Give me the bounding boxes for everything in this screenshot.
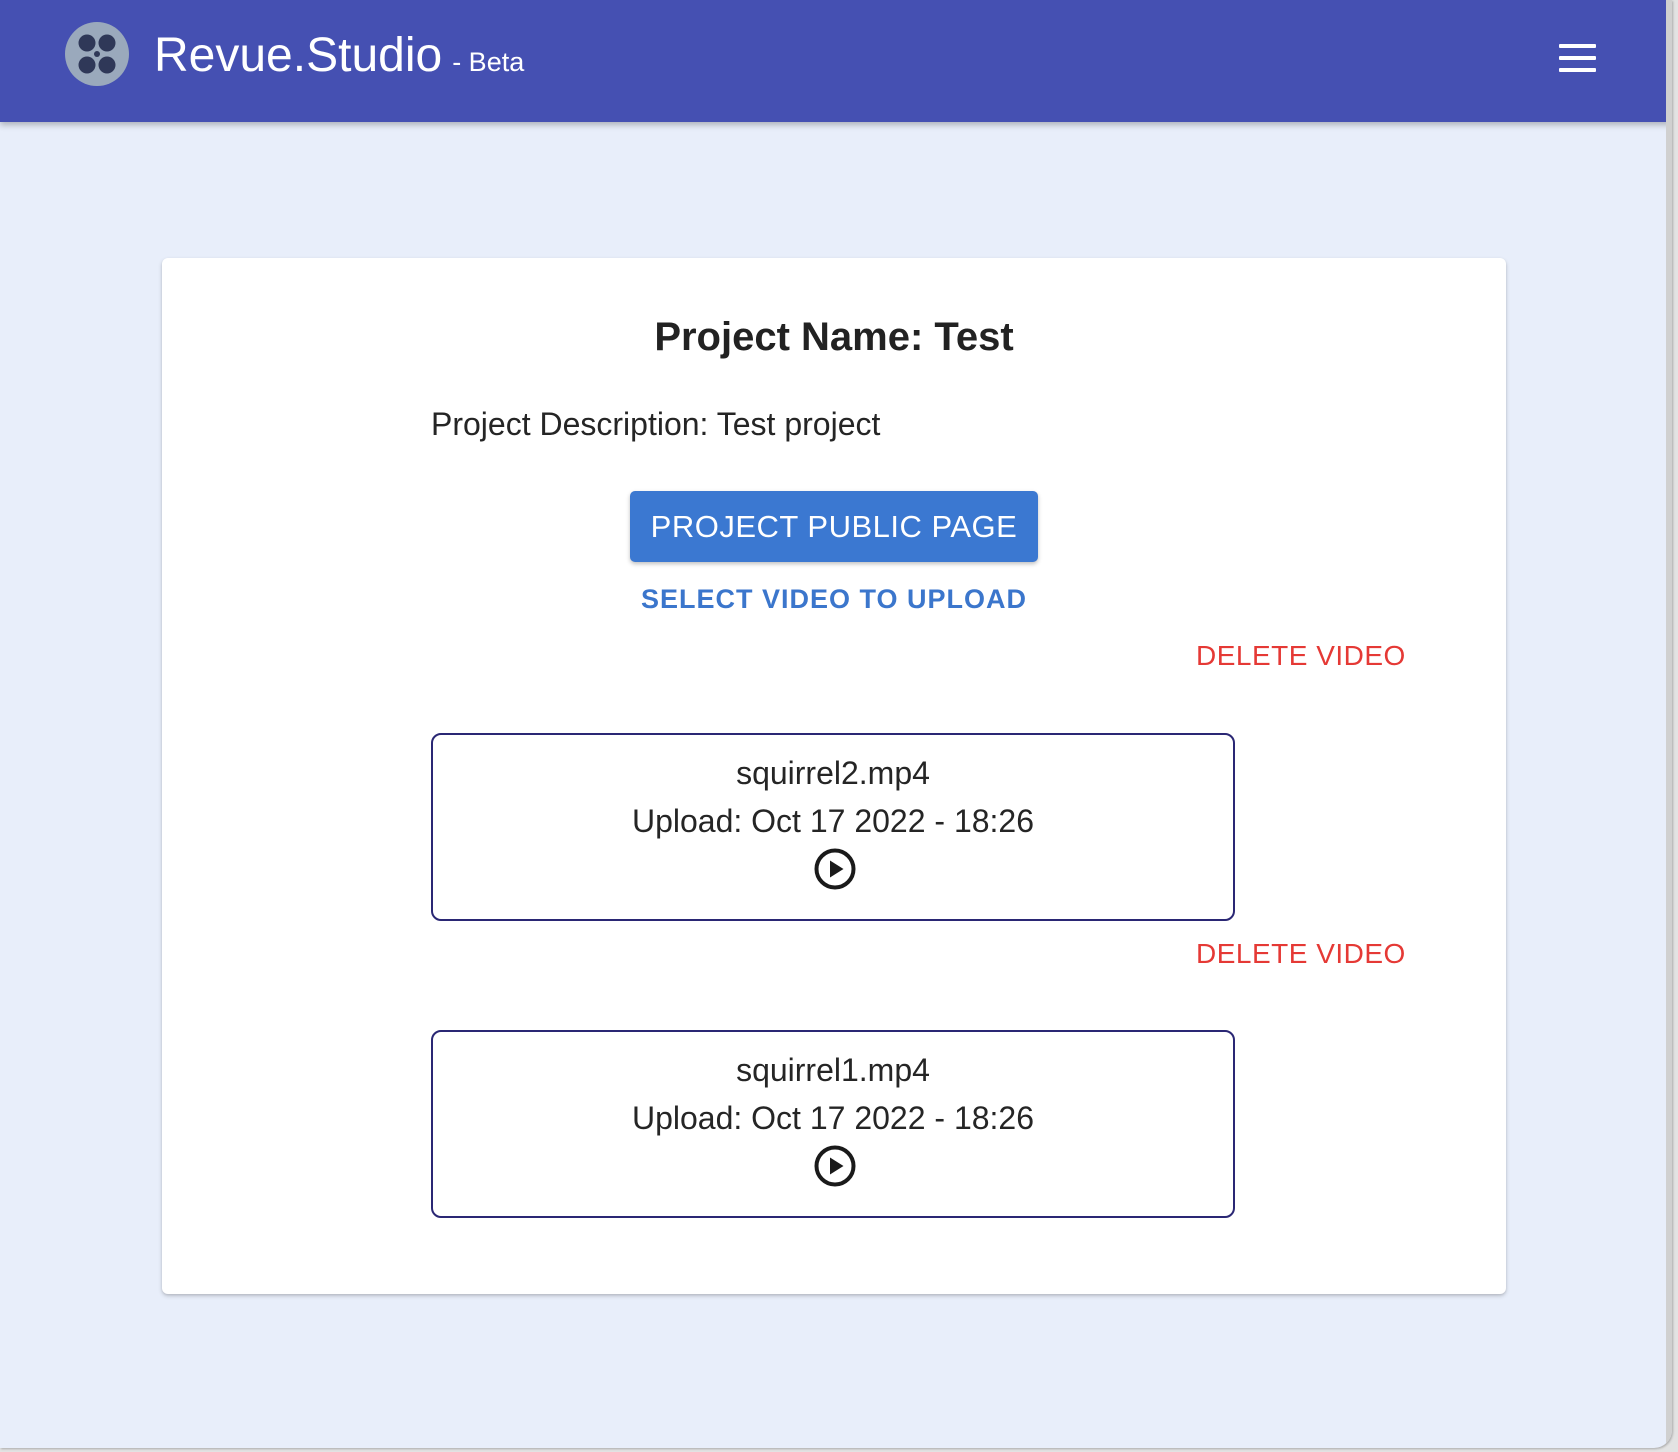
video-item: squirrel2.mp4 Upload: Oct 17 2022 - 18:2… — [431, 733, 1235, 921]
hamburger-menu-icon[interactable] — [1550, 38, 1596, 78]
project-name-heading: Project Name: Test — [654, 315, 1014, 359]
app-bar: Revue.Studio - Beta — [0, 0, 1672, 122]
play-circle-icon[interactable] — [814, 1145, 856, 1187]
project-public-page-button[interactable]: PROJECT PUBLIC PAGE — [630, 491, 1038, 562]
beta-badge: - Beta — [452, 47, 525, 77]
video-upload-date: Upload: Oct 17 2022 - 18:26 — [631, 1100, 1035, 1136]
app-title[interactable]: Revue.Studio - Beta — [154, 24, 524, 94]
app-name: Revue.Studio — [154, 29, 443, 82]
project-description: Project Description: Test project — [431, 406, 881, 442]
app-window: Revue.Studio - Beta Project Name: Test Pr… — [0, 0, 1672, 1448]
window-edge — [1666, 0, 1672, 1448]
film-reel-icon[interactable] — [64, 21, 130, 87]
select-video-upload-button[interactable]: SELECT VIDEO TO UPLOAD — [162, 580, 1506, 618]
delete-video-button[interactable]: DELETE VIDEO — [1196, 638, 1406, 674]
video-item: squirrel1.mp4 Upload: Oct 17 2022 - 18:2… — [431, 1030, 1235, 1218]
play-circle-icon[interactable] — [814, 848, 856, 890]
video-filename: squirrel2.mp4 — [736, 755, 930, 791]
video-upload-date: Upload: Oct 17 2022 - 18:26 — [631, 803, 1035, 839]
delete-video-button[interactable]: DELETE VIDEO — [1196, 936, 1406, 972]
project-card: Project Name: Test Project Description: … — [162, 258, 1506, 1294]
video-filename: squirrel1.mp4 — [736, 1052, 930, 1088]
